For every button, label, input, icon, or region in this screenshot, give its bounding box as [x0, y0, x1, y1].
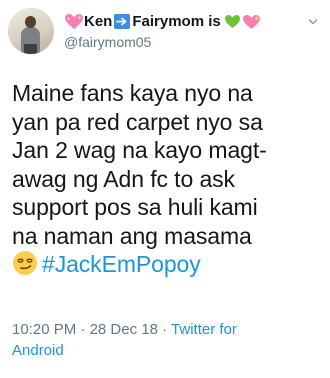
- meta-separator: ·: [162, 321, 168, 338]
- tweet-text: Maine fans kaya nyo na yan pa red carpet…: [12, 79, 324, 283]
- source-line-1: Twitter for: [171, 321, 237, 338]
- display-name-part-1: Ken: [84, 12, 113, 30]
- display-name-part-2: Fairymom is: [132, 12, 221, 30]
- tweet-card: Ken Fairymom is @fairymom05 Maine fans k…: [0, 0, 330, 378]
- tweet-text-line: Jan 2 wag na kayo magt-: [12, 137, 267, 163]
- tweet-text-line: awag ng Adn fc to ask: [12, 165, 235, 192]
- right-arrow-icon: [114, 14, 131, 29]
- tweet-meta: 10:20 PM · 28 Dec 18 · Twitter for Androi…: [12, 319, 322, 361]
- avatar[interactable]: [8, 8, 54, 54]
- handle[interactable]: @fairymom05: [64, 33, 261, 51]
- meta-separator: ·: [80, 321, 86, 338]
- tweet-time[interactable]: 10:20 PM: [12, 321, 76, 338]
- tweet-date[interactable]: 28 Dec 18: [90, 321, 158, 338]
- author-names[interactable]: Ken Fairymom is @fairymom05: [64, 12, 261, 51]
- green-heart-icon: [224, 14, 241, 29]
- smirking-face-icon: [12, 250, 38, 283]
- tweet-text-line: yan pa red carpet nyo sa: [12, 108, 263, 135]
- tweet-text-line: Maine fans kaya nyo na: [12, 80, 253, 106]
- hashtag-link[interactable]: #JackEmPopoy: [42, 251, 201, 277]
- tweet-text-line: na naman ang masama: [12, 222, 252, 249]
- display-name[interactable]: Ken Fairymom is: [64, 12, 261, 32]
- sparkling-heart-icon: [242, 14, 261, 30]
- sparkling-heart-icon: [64, 13, 84, 30]
- tweet-header: Ken Fairymom is @fairymom05: [8, 8, 261, 54]
- source-line-2: Android: [12, 342, 64, 359]
- chevron-down-icon[interactable]: [308, 14, 318, 25]
- tweet-text-line-hashtag: #JackEmPopoy: [12, 250, 324, 283]
- tweet-text-line: support pos sa huli kami: [12, 194, 258, 220]
